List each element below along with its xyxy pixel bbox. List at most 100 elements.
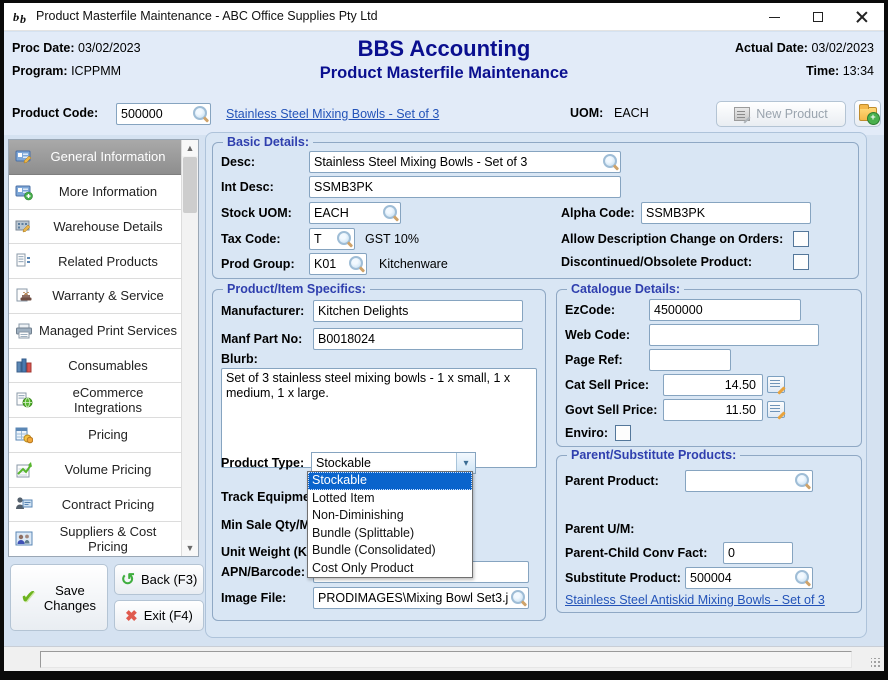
- sidebar-scrollbar[interactable]: ▲ ▼: [181, 140, 198, 556]
- parent-substitute-title: Parent/Substitute Products:: [567, 448, 740, 462]
- sidebar-item-suppliers-cost-pricing[interactable]: Suppliers & Cost Pricing: [9, 522, 181, 556]
- cat-sell-price-input[interactable]: [663, 374, 763, 396]
- app-window: b b s Product Masterfile Maintenance - A…: [0, 0, 888, 680]
- dropdown-option-cost-only[interactable]: Cost Only Product: [308, 560, 472, 578]
- cat-price-edit-icon[interactable]: [767, 376, 785, 393]
- prod-group-search-icon[interactable]: [348, 255, 365, 272]
- govt-sell-price-input[interactable]: [663, 399, 763, 421]
- image-file-label: Image File:: [221, 587, 286, 609]
- specifics-title: Product/Item Specifics:: [223, 282, 370, 296]
- sidebar-item-warehouse-details[interactable]: Warehouse Details: [9, 210, 181, 245]
- manufacturer-input[interactable]: [313, 300, 523, 322]
- basic-details-title: Basic Details:: [223, 135, 313, 149]
- scroll-down-icon[interactable]: ▼: [182, 540, 198, 556]
- sidebar-item-pricing[interactable]: Pricing: [9, 418, 181, 453]
- product-code-bar: Product Code: Stainless Steel Mixing Bow…: [4, 93, 884, 135]
- catalogue-group: Catalogue Details: EzCode: Web Code: Pag…: [556, 289, 862, 447]
- volume-pricing-icon: [15, 461, 33, 479]
- substitute-product-link[interactable]: Stainless Steel Antiskid Mixing Bowls - …: [565, 593, 825, 607]
- sidebar-item-related-products[interactable]: Related Products: [9, 244, 181, 279]
- chevron-down-icon[interactable]: ▾: [456, 453, 475, 473]
- web-code-label: Web Code:: [565, 324, 630, 346]
- enviro-label: Enviro:: [565, 422, 608, 444]
- managed-print-icon: [15, 322, 33, 340]
- conv-fact-input[interactable]: [723, 542, 793, 564]
- image-file-search-icon[interactable]: [510, 589, 527, 606]
- int-desc-label: Int Desc:: [221, 176, 274, 198]
- status-bar: [4, 646, 884, 671]
- basic-details-group: Basic Details: Desc: Int Desc: Stock UOM…: [212, 142, 859, 279]
- dropdown-option-bundle-splittable[interactable]: Bundle (Splittable): [308, 525, 472, 543]
- catalogue-title: Catalogue Details:: [567, 282, 684, 296]
- general-information-icon: [15, 148, 33, 166]
- new-product-icon: [734, 107, 750, 121]
- scrollbar-thumb[interactable]: [183, 157, 197, 213]
- int-desc-input[interactable]: [309, 176, 621, 198]
- stock-uom-label: Stock UOM:: [221, 202, 292, 224]
- product-description-link[interactable]: Stainless Steel Mixing Bowls - Set of 3: [226, 107, 439, 121]
- title-bar: b b s Product Masterfile Maintenance - A…: [4, 3, 884, 31]
- govt-sell-price-label: Govt Sell Price:: [565, 399, 657, 421]
- blurb-label: Blurb:: [221, 348, 258, 370]
- prod-group-label: Prod Group:: [221, 253, 295, 275]
- exit-button[interactable]: Exit (F4): [114, 600, 204, 631]
- save-changes-button[interactable]: Save Changes: [10, 564, 108, 631]
- back-button[interactable]: Back (F3): [114, 564, 204, 595]
- desc-input[interactable]: [309, 151, 621, 173]
- allow-desc-change-checkbox[interactable]: [793, 231, 809, 247]
- sidebar-item-more-information[interactable]: More Information: [9, 175, 181, 210]
- new-product-button[interactable]: New Product: [716, 101, 846, 127]
- web-code-input[interactable]: [649, 324, 819, 346]
- sidebar-item-warranty-service[interactable]: Warranty & Service: [9, 279, 181, 314]
- warehouse-details-icon: [15, 217, 33, 235]
- apn-label: APN/Barcode:: [221, 561, 305, 583]
- manf-part-label: Manf Part No:: [221, 328, 302, 350]
- ecommerce-icon: [15, 391, 33, 409]
- sidebar-item-general-information[interactable]: General Information: [9, 140, 181, 175]
- product-type-label: Product Type:: [221, 452, 304, 474]
- govt-price-edit-icon[interactable]: [767, 401, 785, 418]
- actual-date-label: Actual Date:: [735, 41, 808, 55]
- sidebar-item-contract-pricing[interactable]: Contract Pricing: [9, 488, 181, 523]
- discontinued-label: Discontinued/Obsolete Product:: [561, 251, 752, 273]
- suppliers-icon: [15, 530, 33, 548]
- stock-uom-search-icon[interactable]: [382, 204, 399, 221]
- dropdown-option-stockable[interactable]: Stockable: [308, 472, 472, 490]
- add-folder-button[interactable]: [854, 100, 881, 127]
- maximize-button[interactable]: [796, 3, 840, 31]
- image-file-input[interactable]: [313, 587, 529, 609]
- sidebar-item-managed-print-services[interactable]: Managed Print Services: [9, 314, 181, 349]
- scroll-up-icon[interactable]: ▲: [182, 140, 198, 156]
- product-code-label: Product Code:: [12, 106, 98, 120]
- folder-add-icon: [859, 107, 877, 121]
- parent-um-label: Parent U/M:: [565, 518, 634, 540]
- close-button[interactable]: [840, 3, 884, 31]
- tax-code-search-icon[interactable]: [336, 230, 353, 247]
- dropdown-option-non-diminishing[interactable]: Non-Diminishing: [308, 507, 472, 525]
- enviro-checkbox[interactable]: [615, 425, 631, 441]
- parent-substitute-group: Parent/Substitute Products: Parent Produ…: [556, 455, 862, 613]
- parent-product-search-icon[interactable]: [794, 472, 811, 489]
- alpha-code-input[interactable]: [641, 202, 811, 224]
- substitute-product-search-icon[interactable]: [794, 569, 811, 586]
- save-check-icon: [21, 586, 37, 609]
- product-code-search-icon[interactable]: [192, 105, 209, 122]
- resize-grip[interactable]: [871, 658, 881, 668]
- discontinued-checkbox[interactable]: [793, 254, 809, 270]
- sidebar-item-volume-pricing[interactable]: Volume Pricing: [9, 453, 181, 488]
- minimize-button[interactable]: [752, 3, 796, 31]
- sidebar-item-consumables[interactable]: Consumables: [9, 349, 181, 384]
- desc-label: Desc:: [221, 151, 255, 173]
- sidebar-item-ecommerce-integrations[interactable]: eCommerce Integrations: [9, 383, 181, 418]
- desc-search-icon[interactable]: [602, 153, 619, 170]
- manf-part-input[interactable]: [313, 328, 523, 350]
- back-arrow-icon: [121, 570, 135, 590]
- page-ref-input[interactable]: [649, 349, 731, 371]
- dropdown-option-bundle-consolidated[interactable]: Bundle (Consolidated): [308, 542, 472, 560]
- product-type-dropdown-list: Stockable Lotted Item Non-Diminishing Bu…: [307, 471, 473, 578]
- window-title: Product Masterfile Maintenance - ABC Off…: [36, 9, 378, 23]
- ezcode-input[interactable]: [649, 299, 801, 321]
- time-value: 13:34: [843, 64, 874, 78]
- svg-text:b: b: [20, 12, 26, 26]
- dropdown-option-lotted-item[interactable]: Lotted Item: [308, 490, 472, 508]
